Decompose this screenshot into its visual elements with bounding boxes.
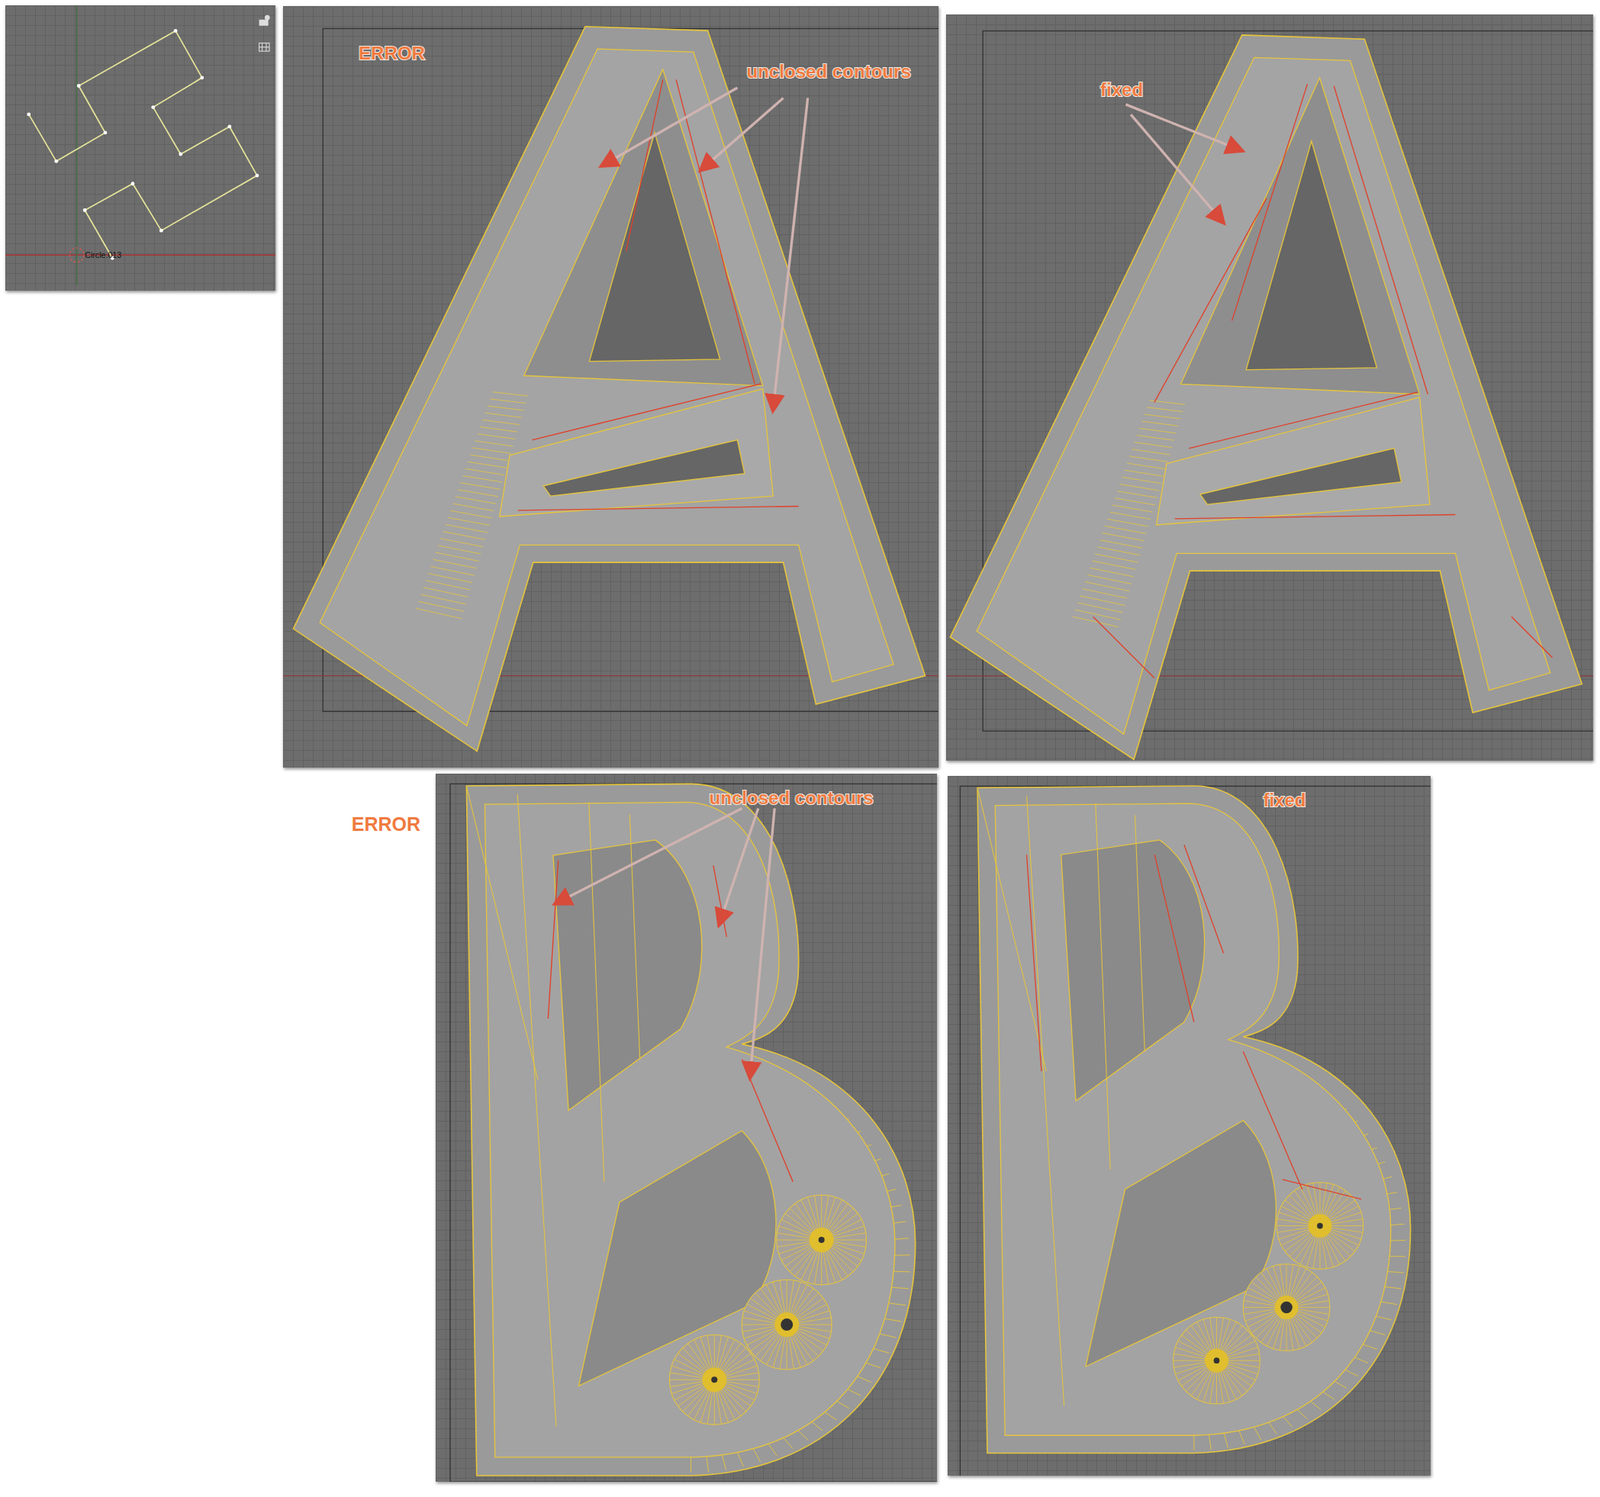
arrow-icon [750, 808, 775, 1077]
callout-label: unclosed contours [746, 61, 911, 82]
screw-hole [1276, 1182, 1364, 1270]
viewport[interactable]: fixed [947, 775, 1431, 1476]
letter-b-model: unclosed contours [435, 773, 937, 1482]
screw-hole [669, 1334, 760, 1425]
letter-a-model: fixed [946, 14, 1594, 761]
screw-hole [1242, 1264, 1330, 1352]
callout-label: unclosed contours [709, 787, 874, 809]
letter-a-model: ERROR unclosed contours [283, 6, 939, 768]
object-label: Circle.013 [84, 250, 122, 260]
curve-path[interactable] [28, 30, 258, 258]
viewport[interactable]: ERROR unclosed contours [283, 6, 939, 768]
arrow-icon [556, 808, 742, 903]
arrow-icon [719, 808, 759, 924]
arrow-icon [602, 87, 738, 166]
viewport[interactable]: unclosed contours [435, 773, 937, 1482]
screw-hole [741, 1279, 832, 1370]
cursor-icon [69, 247, 84, 263]
arrow-icon [701, 97, 784, 170]
arrow-icon [1130, 114, 1223, 222]
arrow-icon [772, 97, 808, 409]
viewport[interactable]: fixed [946, 14, 1594, 761]
page: Circle.013 ERROR unclosed contours fixed ERR… [0, 0, 1600, 1497]
curve-drawing: Circle.013 [5, 5, 276, 291]
callout-label: fixed [1262, 789, 1306, 811]
camera-icon[interactable] [259, 15, 271, 26]
callout-label: fixed [1100, 79, 1143, 100]
curve-viewport[interactable]: Circle.013 [5, 5, 276, 291]
screw-hole [1173, 1316, 1261, 1404]
screw-hole [776, 1194, 867, 1285]
grid-icon[interactable] [259, 42, 270, 52]
error-label: ERROR [358, 42, 425, 64]
side-area: ERROR [0, 773, 425, 836]
error-label: ERROR [351, 813, 425, 836]
letter-b-model: fixed [947, 775, 1431, 1476]
